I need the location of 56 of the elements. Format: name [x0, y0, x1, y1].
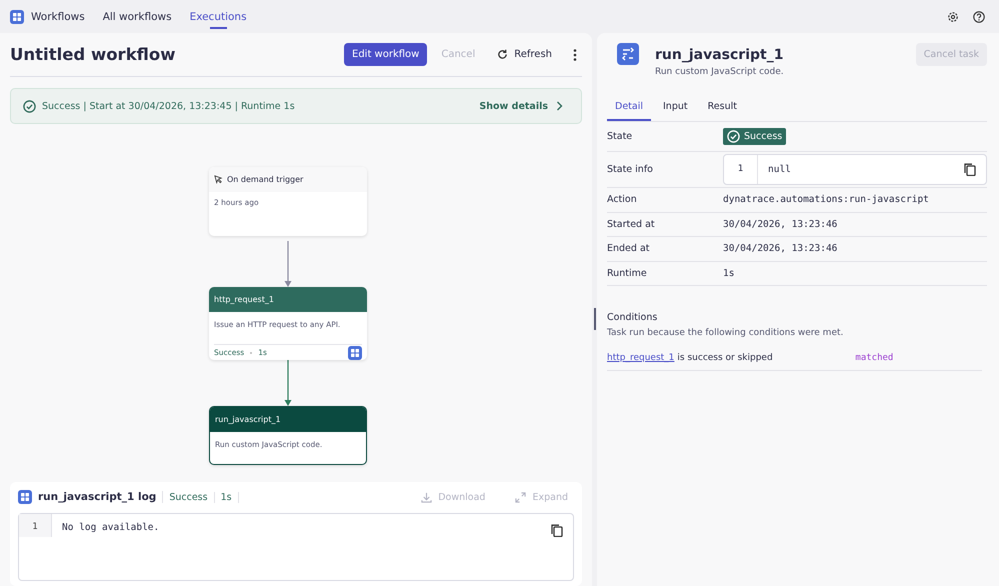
nav-tab[interactable]: Executions	[190, 4, 247, 28]
app-name[interactable]: Workflows	[31, 10, 85, 22]
check-circle-icon	[23, 100, 36, 112]
node-title: On demand trigger	[227, 175, 304, 184]
field-label: Runtime	[607, 268, 648, 279]
settings-icon[interactable]	[947, 10, 959, 22]
log-title: run_javascript_1 log	[38, 491, 164, 503]
task-description: Run custom JavaScript code.	[655, 67, 785, 77]
field-label: Ended at	[607, 243, 650, 254]
field-value: 1s	[723, 268, 734, 279]
field-value: 30/04/2026, 13:23:46	[723, 218, 838, 230]
workflows-app-icon	[10, 10, 24, 24]
line-number: 1	[724, 155, 758, 184]
detail-tab[interactable]: Result	[700, 95, 745, 121]
task-title: run_javascript_1	[655, 47, 784, 63]
help-icon[interactable]	[973, 10, 985, 22]
field-label: State	[607, 131, 634, 142]
log-runtime: 1s	[220, 492, 239, 502]
log-status: Success	[169, 492, 215, 502]
line-number: 1	[19, 514, 52, 537]
detail-tab[interactable]: Detail	[607, 95, 651, 121]
workflow-title: Untitled workflow	[10, 45, 176, 64]
field-value: dynatrace.automations:run-javascript	[723, 194, 929, 206]
refresh-icon	[497, 49, 508, 60]
chevron-right-icon	[556, 101, 563, 111]
connector-arrow	[284, 241, 292, 287]
condition-text: is success or skipped	[677, 353, 774, 363]
conditions-heading: Conditions	[607, 312, 658, 323]
show-details-button[interactable]: Show details	[473, 100, 569, 112]
status-badge: Success	[723, 128, 786, 145]
field-value: 30/04/2026, 13:23:46	[723, 243, 838, 254]
field-label: State info	[607, 164, 654, 175]
conditions-description: Task run because the following conditions were met.	[607, 328, 844, 338]
status-summary: Success | Start at 30/04/2026, 13:23:45 | Runtime 1s	[42, 100, 296, 112]
code-line: null	[767, 164, 792, 175]
app-icon	[18, 490, 32, 504]
copy-icon[interactable]	[551, 524, 563, 537]
copy-icon[interactable]	[964, 163, 976, 176]
field-label: Action	[607, 194, 638, 206]
expand-icon	[515, 492, 526, 502]
download-icon	[421, 492, 432, 502]
node-title: run_javascript_1	[215, 415, 281, 424]
task-link[interactable]: http_request_1	[607, 353, 674, 363]
detail-tab[interactable]: Input	[655, 95, 696, 121]
node-title: http_request_1	[214, 295, 274, 304]
refresh-button[interactable]: Refresh	[489, 43, 560, 66]
check-circle-icon	[727, 130, 740, 143]
cursor-icon	[214, 175, 223, 184]
app-icon	[348, 346, 362, 360]
edit-button[interactable]: Edit workflow	[344, 43, 428, 66]
field-label: Started at	[607, 218, 656, 230]
script-icon	[617, 43, 639, 65]
condition-result: matched	[855, 353, 894, 363]
nav-tab[interactable]: All workflows	[102, 4, 172, 28]
log-line: No log available.	[62, 522, 160, 534]
connector-arrow	[284, 359, 292, 406]
